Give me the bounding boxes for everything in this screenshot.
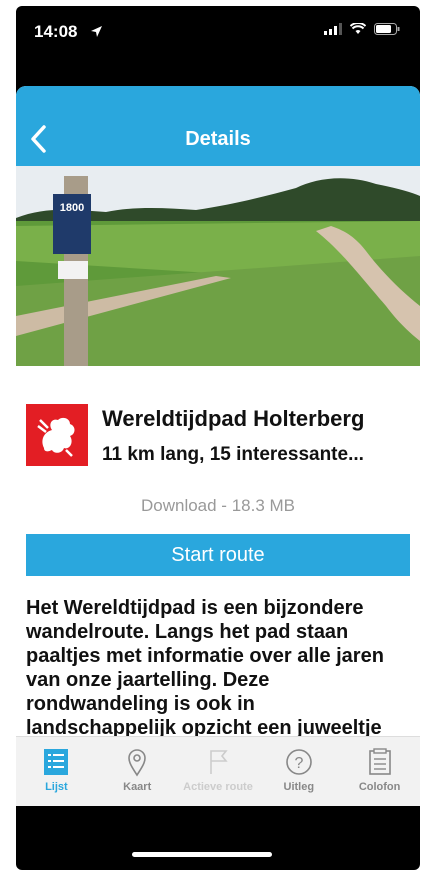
route-title: Wereldtijdpad Holterberg — [102, 406, 365, 431]
list-icon — [44, 749, 69, 775]
route-hero-image: 1800 — [16, 166, 420, 366]
page-title: Details — [185, 128, 251, 150]
start-route-button[interactable]: Start route — [26, 534, 410, 576]
tab-label: Lijst — [45, 781, 68, 793]
tab-label: Colofon — [358, 781, 401, 793]
flag-icon — [210, 750, 228, 774]
tab-label: Kaart — [123, 781, 152, 793]
tab-label: Uitleg — [283, 781, 315, 793]
wifi-icon — [350, 23, 366, 34]
status-indicators — [324, 23, 400, 35]
status-bar: 14:08 — [16, 6, 420, 56]
tab-kaart[interactable]: Kaart — [97, 737, 178, 806]
svg-text:?: ? — [294, 755, 303, 772]
document-icon — [368, 748, 391, 775]
download-size-label[interactable]: Download - 18.3 MB — [16, 496, 420, 516]
navigation-bar: Details — [16, 86, 420, 166]
route-description: Het Wereldtijdpad is een bijzondere wand… — [26, 597, 384, 736]
signal-icon — [324, 23, 342, 35]
details-screen: Details 1800 Wereldtijdpad Holterberg 11… — [16, 86, 420, 806]
heraldic-animal-icon — [37, 417, 75, 457]
home-indicator[interactable] — [132, 852, 272, 857]
route-logo — [26, 404, 88, 466]
hero-sign-year: 1800 — [60, 202, 84, 214]
battery-icon — [374, 23, 400, 35]
phone-frame: 14:08 Details 1800 Wereldtijdpad Holterb… — [16, 6, 420, 870]
tab-actieve-route[interactable]: Actieve route — [178, 737, 259, 806]
map-pin-icon — [128, 749, 146, 777]
tab-lijst[interactable]: Lijst — [16, 737, 97, 806]
route-subtitle: 11 km lang, 15 interessante... — [102, 444, 364, 465]
help-icon: ? — [285, 749, 312, 775]
tab-uitleg[interactable]: ? Uitleg — [258, 737, 339, 806]
status-time: 14:08 — [34, 22, 78, 41]
tab-label: Actieve route — [183, 781, 253, 793]
location-arrow-icon — [91, 26, 102, 37]
tab-bar: Lijst Kaart Actieve route ? Uitleg Colof… — [16, 736, 420, 806]
tab-colofon[interactable]: Colofon — [339, 737, 420, 806]
